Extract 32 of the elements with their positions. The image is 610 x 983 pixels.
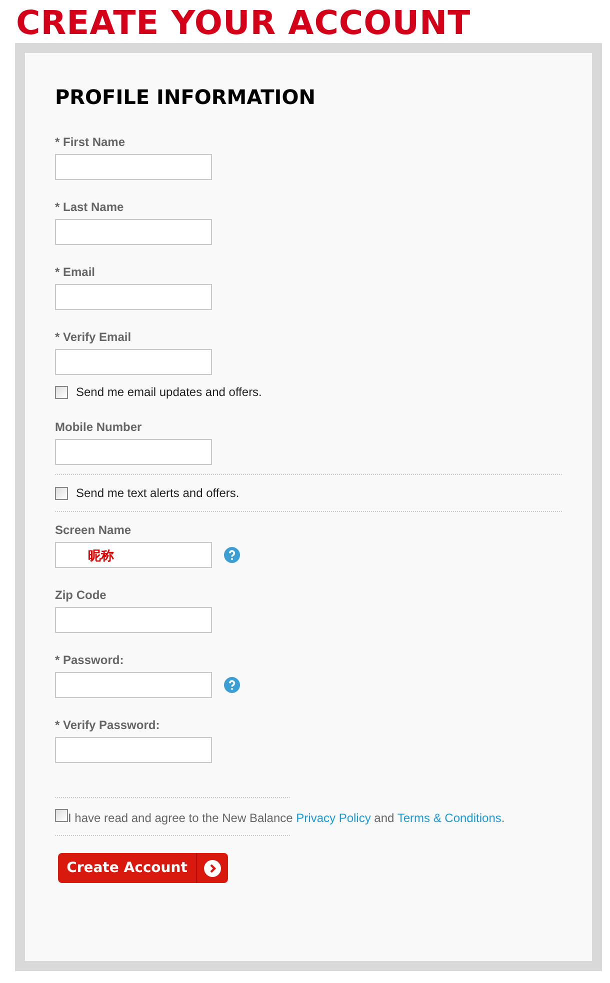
input-field[interactable] xyxy=(55,284,212,310)
input-field[interactable]: 昵称 xyxy=(55,542,212,568)
help-icon[interactable] xyxy=(224,677,240,693)
checkbox[interactable] xyxy=(55,486,68,500)
input-field[interactable] xyxy=(55,607,212,633)
input-field[interactable] xyxy=(55,672,212,698)
input-field[interactable] xyxy=(55,154,212,180)
help-icon[interactable] xyxy=(224,547,240,563)
policy-link[interactable]: Privacy Policy xyxy=(296,811,371,825)
checkbox[interactable] xyxy=(55,809,68,822)
field-label: * Last Name xyxy=(55,200,125,214)
field-label: Screen Name xyxy=(55,523,132,537)
input-field[interactable] xyxy=(55,219,212,245)
page-title: CREATE YOUR ACCOUNT xyxy=(15,2,472,43)
input-field[interactable] xyxy=(55,349,212,375)
field-label: Mobile Number xyxy=(55,420,143,434)
field-label: * Password: xyxy=(55,653,125,667)
create-account-button[interactable]: Create Account xyxy=(58,853,228,883)
chevron-icon xyxy=(204,860,221,876)
field-label: * First Name xyxy=(55,135,126,149)
section-title: PROFILE INFORMATION xyxy=(55,84,316,111)
agreement-text: I have read and agree to the New Balance Privacy Policy and Terms & Conditions. xyxy=(68,811,505,825)
input-field[interactable] xyxy=(55,439,212,465)
field-label: * Verify Email xyxy=(55,330,132,344)
checkbox[interactable] xyxy=(55,386,68,398)
checkbox-label: Send me email updates and offers. xyxy=(76,385,262,399)
checkbox-label: Send me text alerts and offers. xyxy=(76,486,240,500)
field-label: * Email xyxy=(55,265,96,279)
field-label: * Verify Password: xyxy=(55,718,161,732)
field-label: Zip Code xyxy=(55,588,108,602)
policy-link[interactable]: Terms & Conditions xyxy=(397,811,502,825)
input-field[interactable] xyxy=(55,737,212,763)
